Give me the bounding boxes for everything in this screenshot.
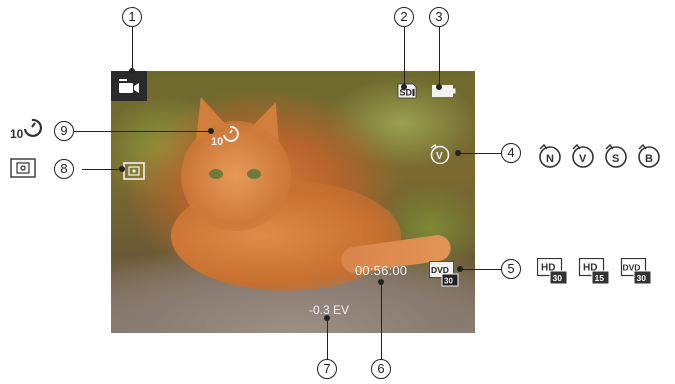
leader-dot-3 <box>436 84 442 90</box>
callout-5: 5 <box>501 259 521 279</box>
leader-line-5 <box>460 269 502 270</box>
video-option-fps: 15 <box>595 273 605 283</box>
sd-card-icon: SD <box>397 83 417 99</box>
scene-option-letter: N <box>546 153 554 165</box>
cat-eye-right <box>247 169 261 179</box>
leader-line-9 <box>74 131 211 132</box>
leader-dot-7 <box>324 315 330 321</box>
scene-option-s-icon: S <box>605 143 627 168</box>
leader-line-2 <box>404 27 405 87</box>
callout-7: 7 <box>317 359 337 379</box>
leader-dot-9 <box>208 128 214 134</box>
leader-line-3 <box>439 27 440 87</box>
callout-1: 1 <box>122 7 142 27</box>
callout-6: 6 <box>371 359 391 379</box>
scene-options-row: NVSB <box>535 142 675 170</box>
video-option-fps: 30 <box>553 273 563 283</box>
leader-line-1 <box>132 27 133 71</box>
leader-dot-1 <box>129 68 135 74</box>
self-timer-option-value: 10 <box>10 127 24 140</box>
cat-eye-left <box>209 169 223 179</box>
leader-dot-6 <box>378 279 384 285</box>
callout-9: 9 <box>54 121 74 141</box>
video-option-fps: 30 <box>637 273 647 283</box>
leader-dot-4 <box>455 150 461 156</box>
scene-option-letter: S <box>612 153 619 165</box>
leader-dot-2 <box>401 84 407 90</box>
scene-option-v-icon: V <box>572 143 594 168</box>
leader-dot-8 <box>119 166 125 172</box>
callout-8: 8 <box>54 159 74 179</box>
callout-3: 3 <box>429 7 449 27</box>
scene-option-b-icon: B <box>638 143 660 168</box>
video-size-options-row: HD 30 HD 15 DVD 30 <box>537 258 667 286</box>
metering-icon <box>123 162 145 180</box>
recording-time: 00:56:00 <box>355 263 408 278</box>
video-option-icon: DVD30 <box>620 258 652 285</box>
scene-option-letter: B <box>645 153 653 165</box>
scene-option-n-icon: N <box>539 143 561 168</box>
leader-line-8 <box>82 169 122 170</box>
leader-line-4 <box>458 153 502 154</box>
leader-dot-5 <box>457 266 463 272</box>
camera-lcd-screen: SD 10 V 00:56:00 DVD 30 -0.3 EV <box>111 71 475 333</box>
video-option-icon: HD30 <box>537 258 568 285</box>
self-timer-option-icon: 10 <box>10 114 46 140</box>
scene-option-letter: V <box>579 153 587 165</box>
self-timer-value: 10 <box>211 136 223 147</box>
callout-4: 4 <box>501 143 521 163</box>
metering-option-icon <box>10 158 36 178</box>
leader-line-6 <box>381 282 382 360</box>
video-size-icon: DVD 30 <box>429 261 459 287</box>
video-option-icon: HD15 <box>578 258 610 285</box>
callout-2: 2 <box>394 7 414 27</box>
scene-badge-letter: V <box>436 151 443 162</box>
video-size-fps: 30 <box>444 277 453 286</box>
scene-mode-icon: V <box>427 142 453 164</box>
self-timer-icon: 10 <box>211 121 241 147</box>
leader-line-7 <box>327 318 328 360</box>
